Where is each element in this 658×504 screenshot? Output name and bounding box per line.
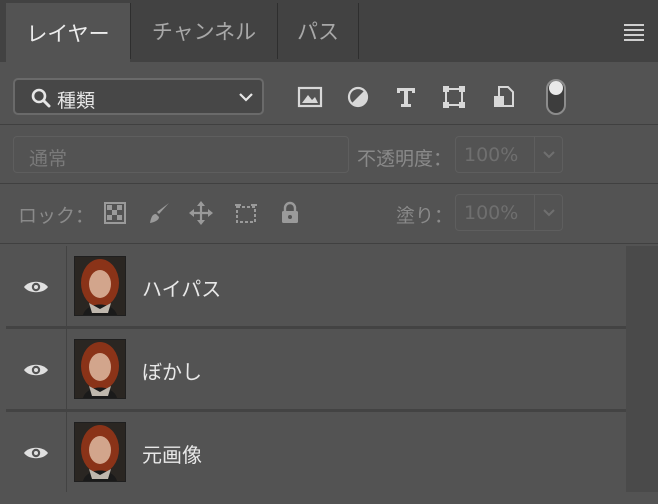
type-layer-filter-icon[interactable] <box>393 84 419 110</box>
shape-layer-filter-icon[interactable] <box>441 84 467 110</box>
tab-paths[interactable]: パス <box>278 3 358 59</box>
layer-name: 元画像 <box>142 443 202 467</box>
visibility-toggle[interactable] <box>6 329 66 409</box>
lock-all-icon[interactable] <box>277 200 303 226</box>
fill-label: 塗り： <box>396 205 454 227</box>
layer-row[interactable]: ぼかし <box>6 329 626 409</box>
panel-menu-icon[interactable] <box>624 24 644 41</box>
fill-value: 100% <box>464 202 519 224</box>
eye-icon <box>24 364 48 376</box>
divider <box>0 124 658 125</box>
filter-toggle[interactable] <box>546 79 566 115</box>
visibility-toggle[interactable] <box>6 412 66 492</box>
layer-name: ぼかし <box>142 360 202 384</box>
opacity-label: 不透明度： <box>357 148 453 170</box>
tab-layers-label: レイヤー <box>26 21 110 46</box>
divider <box>0 183 658 184</box>
tab-channels-label: チャンネル <box>151 20 257 44</box>
layer-filter-label: 種類 <box>57 90 96 112</box>
chevron-down-icon <box>239 93 253 102</box>
lock-image-pixels-icon[interactable] <box>147 200 173 226</box>
lock-transparent-pixels-icon[interactable] <box>102 200 128 226</box>
layers-scrollbar[interactable] <box>626 246 658 492</box>
eye-icon <box>24 447 48 459</box>
tab-paths-label: パス <box>297 20 339 44</box>
layer-thumbnail <box>74 339 126 399</box>
opacity-value: 100% <box>464 144 519 166</box>
chevron-down-icon[interactable] <box>542 208 556 218</box>
fill-field[interactable]: 100% <box>455 194 563 231</box>
layer-thumbnail <box>74 256 126 316</box>
layer-name: ハイパス <box>142 277 222 301</box>
layer-row[interactable]: 元画像 <box>6 412 626 492</box>
pixel-layer-filter-icon[interactable] <box>297 84 323 110</box>
layer-row[interactable]: ハイパス <box>6 246 626 326</box>
blend-mode-label: 通常 <box>29 148 68 170</box>
tab-channels[interactable]: チャンネル <box>131 3 277 59</box>
adjustment-layer-filter-icon[interactable] <box>345 84 371 110</box>
lock-artboard-icon[interactable] <box>233 200 259 226</box>
tab-divider <box>358 3 359 59</box>
visibility-toggle[interactable] <box>6 246 66 326</box>
layer-filter-select[interactable]: 種類 <box>13 78 264 115</box>
layers-list: ハイパス ぼかし 元画像 <box>6 246 626 492</box>
layer-thumbnail <box>74 422 126 482</box>
lock-label: ロック： <box>18 205 95 227</box>
filter-toggle-knob <box>549 81 563 95</box>
panel-tab-bar: レイヤー チャンネル パス <box>0 0 658 62</box>
opacity-field[interactable]: 100% <box>455 136 563 173</box>
search-icon <box>31 88 51 108</box>
divider <box>0 243 658 244</box>
eye-icon <box>24 281 48 293</box>
smart-object-filter-icon[interactable] <box>491 84 517 110</box>
tab-layers[interactable]: レイヤー <box>6 3 130 62</box>
blend-mode-select[interactable]: 通常 <box>13 136 349 173</box>
lock-position-icon[interactable] <box>188 200 214 226</box>
chevron-down-icon[interactable] <box>542 150 556 160</box>
